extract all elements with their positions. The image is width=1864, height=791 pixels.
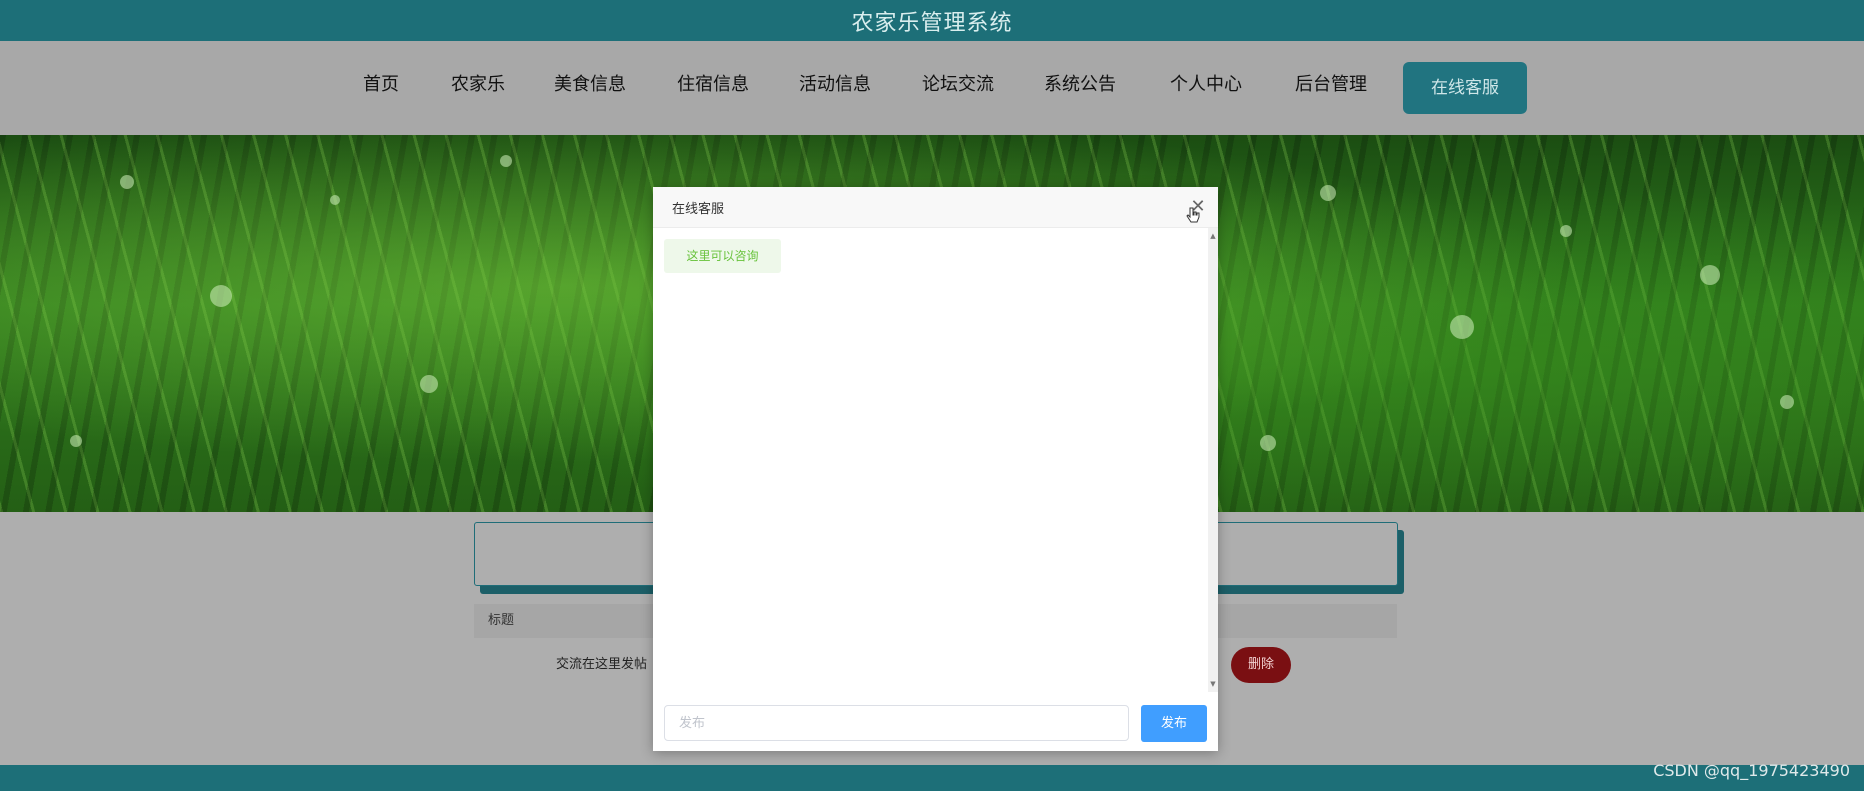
online-service-dialog: 在线客服 ✕ 这里可以咨询 ▲ ▼ 发布 — [653, 187, 1218, 751]
hand-cursor-icon — [1186, 207, 1200, 223]
delete-button[interactable]: 删除 — [1231, 647, 1291, 683]
scroll-down-icon[interactable]: ▼ — [1208, 679, 1218, 689]
dialog-title: 在线客服 — [672, 202, 725, 217]
footer-bar — [0, 765, 1864, 791]
nav-item-activities[interactable]: 活动信息 — [799, 65, 871, 105]
chat-input[interactable] — [664, 705, 1129, 741]
nav-item-food[interactable]: 美食信息 — [554, 65, 626, 105]
scroll-up-icon[interactable]: ▲ — [1208, 231, 1218, 241]
nav-item-home[interactable]: 首页 — [363, 65, 399, 105]
nav-item-admin[interactable]: 后台管理 — [1295, 65, 1367, 105]
nav-item-announcements[interactable]: 系统公告 — [1044, 65, 1116, 105]
nav-item-farmstay[interactable]: 农家乐 — [451, 65, 505, 105]
watermark: CSDN @qq_1975423490 — [1653, 761, 1850, 780]
chat-scrollbar[interactable]: ▲ ▼ — [1208, 228, 1218, 692]
table-header-title: 标题 — [488, 613, 515, 628]
app-title-bar: 农家乐管理系统 — [0, 0, 1864, 41]
online-service-button[interactable]: 在线客服 — [1403, 62, 1527, 114]
dialog-header: 在线客服 ✕ — [653, 187, 1218, 228]
chat-message: 这里可以咨询 — [664, 239, 781, 273]
table-row-title[interactable]: 交流在这里发帖 — [556, 653, 647, 672]
send-button[interactable]: 发布 — [1141, 705, 1207, 742]
main-nav: 首页 农家乐 美食信息 住宿信息 活动信息 论坛交流 系统公告 个人中心 后台管… — [0, 41, 1864, 135]
chat-messages: 这里可以咨询 — [653, 228, 1208, 692]
nav-item-profile[interactable]: 个人中心 — [1170, 65, 1242, 105]
app-title: 农家乐管理系统 — [851, 10, 1013, 36]
nav-item-forum[interactable]: 论坛交流 — [922, 65, 994, 105]
nav-item-lodging[interactable]: 住宿信息 — [677, 65, 749, 105]
